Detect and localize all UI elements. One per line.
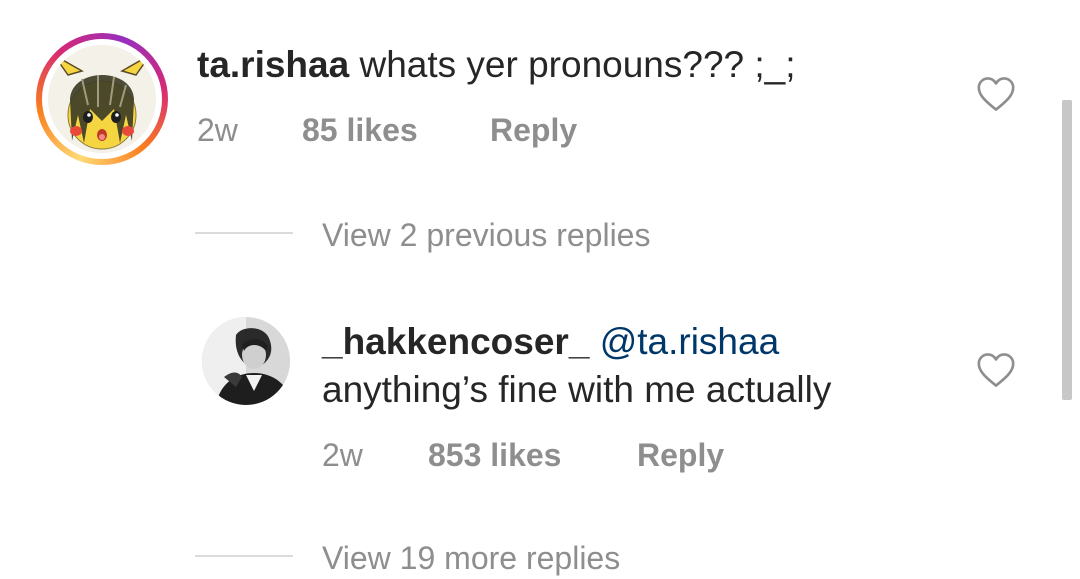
reply-text: anything’s fine with me actually	[322, 369, 832, 410]
avatar	[48, 45, 156, 153]
comment-text: whats yer pronouns??? ;_;	[359, 44, 796, 85]
view-more-replies-link[interactable]: View 19 more replies	[322, 540, 620, 577]
comment-reply-button[interactable]: Reply	[490, 112, 577, 149]
reply-mention[interactable]: @ta.rishaa	[600, 321, 779, 362]
divider	[195, 555, 293, 557]
reply-likes[interactable]: 853 likes	[428, 437, 561, 474]
reply-username[interactable]: _hakkencoser_	[322, 321, 589, 362]
view-previous-replies-link[interactable]: View 2 previous replies	[322, 217, 650, 254]
reply-reply-button[interactable]: Reply	[637, 437, 724, 474]
comment-likes[interactable]: 85 likes	[302, 112, 418, 149]
comment-body: ta.rishaa whats yer pronouns??? ;_;	[197, 43, 796, 87]
user-photo-avatar-icon	[202, 317, 290, 405]
pikachu-avatar-icon	[48, 45, 156, 153]
heart-outline-icon[interactable]	[976, 352, 1016, 388]
reply-header: _hakkencoser_ @ta.rishaa	[322, 320, 779, 364]
avatar[interactable]	[202, 317, 290, 405]
comment-username[interactable]: ta.rishaa	[197, 44, 349, 85]
divider	[195, 232, 293, 234]
story-ring[interactable]	[36, 33, 168, 165]
reply-time: 2w	[322, 437, 363, 473]
heart-outline-icon[interactable]	[976, 76, 1016, 112]
scrollbar[interactable]	[1062, 100, 1072, 400]
comment-time: 2w	[197, 112, 238, 148]
